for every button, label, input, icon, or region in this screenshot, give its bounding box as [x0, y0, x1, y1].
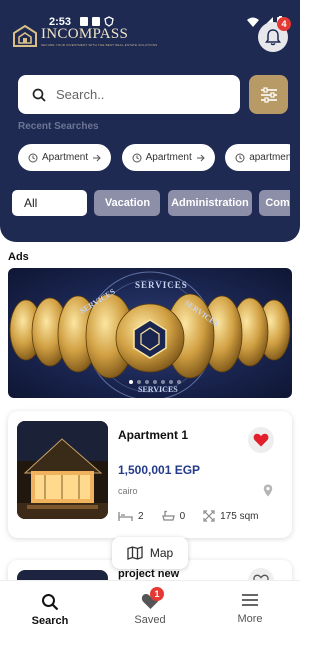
location-pin-icon: [263, 484, 273, 497]
search-field[interactable]: [18, 75, 240, 114]
notification-badge: 4: [277, 17, 291, 31]
bed-icon: [118, 511, 133, 521]
carousel-dot[interactable]: [145, 380, 149, 384]
listing-location: cairo: [118, 486, 138, 496]
bedrooms-count: 2: [138, 510, 144, 522]
listing-specs: 2 0 175 sqm: [118, 510, 258, 522]
recent-search-chip[interactable]: Apartment: [18, 144, 112, 171]
recent-search-chip[interactable]: Apartment: [121, 144, 215, 171]
services-ring-text: SERVICES SERVICES SERVICES SERVICES: [78, 280, 221, 394]
carousel-dot[interactable]: [129, 380, 133, 384]
logo-mark-icon: [13, 24, 37, 47]
recent-search-label: Apartment: [42, 152, 89, 163]
services-text-top: SERVICES: [135, 280, 188, 290]
menu-icon: [242, 594, 258, 606]
tab-all[interactable]: All: [12, 190, 87, 216]
carousel-dots: [129, 380, 181, 384]
wifi-icon: [247, 17, 259, 27]
bathrooms-count: 0: [179, 510, 186, 522]
services-text-left: SERVICES: [78, 287, 117, 316]
nav-more-label: More: [237, 613, 263, 625]
saved-count-badge: 1: [150, 587, 164, 601]
listing-price: 1,500,001 EGP: [118, 463, 201, 477]
carousel-dot[interactable]: [161, 380, 165, 384]
search-icon: [32, 88, 46, 102]
clock-icon: [132, 153, 142, 162]
services-text-right: SERVICES: [183, 298, 221, 328]
area-value: 175 sqm: [220, 510, 259, 522]
map-icon: [127, 546, 143, 560]
app-logo: INCOMPASS SECURE YOUR INVESTMENT WITH TH…: [12, 24, 157, 50]
arrow-right-icon: [196, 154, 205, 161]
favorite-button[interactable]: [248, 427, 274, 453]
listing-card[interactable]: Apartment 1 1,500,001 EGP cairo 2 0 175 …: [8, 411, 292, 538]
heart-filled-icon: [253, 433, 269, 447]
brand-tagline: SECURE YOUR INVESTMENT WITH THE BEST REA…: [41, 43, 158, 47]
services-text-bottom: SERVICES: [138, 385, 178, 394]
ads-title: Ads: [8, 251, 29, 263]
listing-title: project new: [118, 568, 180, 580]
nav-search[interactable]: Search: [20, 593, 80, 627]
sliders-icon: [260, 86, 277, 103]
search-icon: [42, 594, 59, 611]
carousel-dot[interactable]: [153, 380, 157, 384]
nav-more[interactable]: More: [220, 593, 280, 625]
brand-name: INCOMPASS: [41, 26, 129, 42]
carousel-dot[interactable]: [137, 380, 141, 384]
recent-search-label: apartmen: [249, 152, 290, 163]
carousel-dot[interactable]: [169, 380, 173, 384]
category-tabs: All Vacation Administration Comme: [12, 190, 290, 216]
tab-administration[interactable]: Administration: [167, 190, 252, 216]
listing-title: Apartment 1: [118, 428, 189, 442]
recent-search-label: Apartment: [145, 152, 192, 163]
arrow-right-icon: [93, 154, 101, 161]
recent-searches-label: Recent Searches: [18, 121, 99, 132]
map-button-label: Map: [149, 546, 174, 560]
spec-area: 175 sqm: [203, 510, 258, 522]
tab-commercial[interactable]: Comme: [259, 190, 290, 216]
map-button[interactable]: Map: [112, 537, 188, 569]
listing-photo: [17, 421, 108, 519]
clock-icon: [28, 153, 38, 162]
spec-bathrooms: 0: [161, 510, 186, 522]
filter-button[interactable]: [249, 75, 288, 114]
recent-search-chip[interactable]: apartmen: [225, 144, 290, 171]
clock-icon: [235, 153, 245, 162]
nav-search-label: Search: [31, 615, 69, 627]
building-image: [17, 421, 108, 519]
nav-saved-label: Saved: [134, 614, 166, 626]
area-expand-icon: [203, 510, 215, 522]
spec-bedrooms: 2: [118, 511, 144, 522]
bathtub-icon: [161, 510, 175, 521]
ad-banner[interactable]: SERVICES SERVICES SERVICES SERVICES: [8, 268, 292, 398]
recent-searches-list: Apartment Apartment apartmen: [18, 144, 290, 172]
nav-saved[interactable]: Saved: [120, 593, 180, 626]
bell-icon: [265, 28, 281, 45]
tab-vacation[interactable]: Vacation: [94, 190, 161, 216]
carousel-dot[interactable]: [177, 380, 181, 384]
search-input[interactable]: [56, 87, 226, 102]
